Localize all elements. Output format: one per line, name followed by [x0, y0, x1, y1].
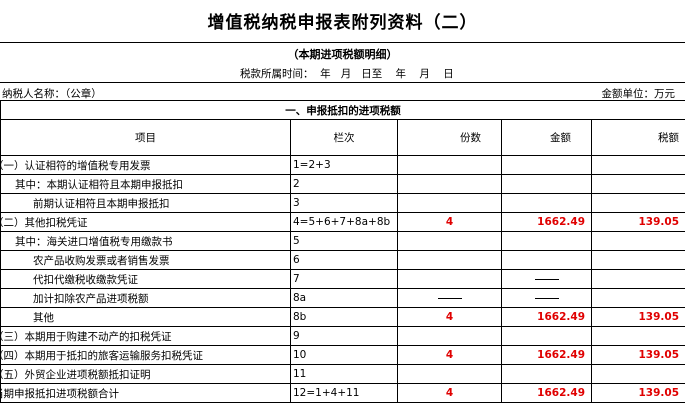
- header-col: 栏次: [290, 119, 398, 156]
- taxpayer-name: 纳税人名称：（公章）: [2, 88, 102, 100]
- row-tax: [590, 288, 685, 308]
- row-tax: 139.05: [590, 345, 685, 365]
- row-count: [397, 250, 502, 270]
- row-count: 4: [397, 212, 502, 232]
- row-count: 4: [397, 383, 502, 403]
- table-row: 其中：海关进口增值税专用缴款书 5: [0, 231, 685, 251]
- amount-unit: 金额单位：万元: [601, 88, 676, 100]
- row-tax: [590, 155, 685, 175]
- row-count: 4: [397, 345, 502, 365]
- form-title: 增值税纳税申报表附列资料（二）: [207, 13, 478, 33]
- table-row: 其他 8b 4 1662.49 139.05: [0, 307, 685, 327]
- row-count: [397, 326, 502, 346]
- row-amount: [501, 364, 592, 384]
- table-row: 农产品收购发票或者销售发票 6: [0, 250, 685, 270]
- row-col: 5: [290, 231, 398, 251]
- row-item: 其他: [0, 307, 291, 327]
- row-amount: 1662.49: [501, 345, 592, 365]
- row-amount: [501, 193, 592, 213]
- table-row: （三）本期用于购建不动产的扣税凭证 9: [0, 326, 685, 346]
- row-tax: [590, 250, 685, 270]
- row-amount: [501, 250, 592, 270]
- row-tax: 139.05: [590, 212, 685, 232]
- row-col: 11: [290, 364, 398, 384]
- header-amount: 金额: [501, 119, 592, 156]
- row-item: 其中：本期认证相符且本期申报抵扣: [0, 174, 291, 194]
- row-item: （五）外贸企业进项税额抵扣证明: [0, 364, 291, 384]
- period-divider: [0, 82, 685, 83]
- table-row: 当期申报抵扣进项税额合计 12=1+4+11 4 1662.49 139.05: [0, 383, 685, 403]
- row-tax: 139.05: [590, 307, 685, 327]
- row-count: [397, 288, 502, 308]
- title-divider: [0, 42, 685, 43]
- row-amount: [501, 288, 592, 308]
- row-col: 1=2+3: [290, 155, 398, 175]
- row-count: [397, 269, 502, 289]
- form-subtitle: （本期进项税额明细）: [287, 48, 398, 61]
- table-row: 其中：本期认证相符且本期申报抵扣 2: [0, 174, 685, 194]
- row-item: （一）认证相符的增值税专用发票: [0, 155, 291, 175]
- dash-mark: [534, 297, 559, 299]
- row-tax: [590, 364, 685, 384]
- row-item: （四）本期用于抵扣的旅客运输服务扣税凭证: [0, 345, 291, 365]
- row-col: 4=5+6+7+8a+8b: [290, 212, 398, 232]
- row-item: 加计扣除农产品进项税额: [0, 288, 291, 308]
- row-amount: [501, 231, 592, 251]
- row-col: 2: [290, 174, 398, 194]
- row-amount: 1662.49: [501, 307, 592, 327]
- dash-mark: [534, 278, 559, 280]
- row-col: 8b: [290, 307, 398, 327]
- row-tax: [590, 193, 685, 213]
- row-col: 8a: [290, 288, 398, 308]
- row-col: 12=1+4+11: [290, 383, 398, 403]
- row-item: （二）其他扣税凭证: [0, 212, 291, 232]
- input-tax-table: 一、申报抵扣的进项税额 项目 栏次 份数 金额 税额 （一）认证相符的增值税专用…: [0, 100, 685, 403]
- row-col: 6: [290, 250, 398, 270]
- header-item: 项目: [0, 119, 291, 156]
- table-row: （四）本期用于抵扣的旅客运输服务扣税凭证 10 4 1662.49 139.05: [0, 345, 685, 365]
- row-amount: [501, 326, 592, 346]
- row-col: 3: [290, 193, 398, 213]
- row-item: 农产品收购发票或者销售发票: [0, 250, 291, 270]
- row-col: 10: [290, 345, 398, 365]
- table-row: 前期认证相符且本期申报抵扣 3: [0, 193, 685, 213]
- row-item: 当期申报抵扣进项税额合计: [0, 383, 291, 403]
- tax-period: 税款所属时间： 年 月 日至 年 月 日: [240, 68, 454, 80]
- section-heading: 一、申报抵扣的进项税额: [0, 100, 685, 120]
- table-row: （五）外贸企业进项税额抵扣证明 11: [0, 364, 685, 384]
- row-count: [397, 231, 502, 251]
- row-tax: [590, 174, 685, 194]
- row-count: [397, 155, 502, 175]
- row-tax: [590, 269, 685, 289]
- row-item: 其中：海关进口增值税专用缴款书: [0, 231, 291, 251]
- table-row: （一）认证相符的增值税专用发票 1=2+3: [0, 155, 685, 175]
- row-count: [397, 174, 502, 194]
- table-row: 加计扣除农产品进项税额 8a: [0, 288, 685, 308]
- row-item: 前期认证相符且本期申报抵扣: [0, 193, 291, 213]
- row-amount: [501, 269, 592, 289]
- row-item: 代扣代缴税收缴款凭证: [0, 269, 291, 289]
- row-col: 9: [290, 326, 398, 346]
- row-count: [397, 364, 502, 384]
- row-amount: [501, 174, 592, 194]
- row-amount: 1662.49: [501, 383, 592, 403]
- header-count: 份数: [397, 119, 502, 156]
- row-count: [397, 193, 502, 213]
- row-tax: [590, 326, 685, 346]
- table-row: 代扣代缴税收缴款凭证 7: [0, 269, 685, 289]
- row-amount: [501, 155, 592, 175]
- row-col: 7: [290, 269, 398, 289]
- row-count: 4: [397, 307, 502, 327]
- row-amount: 1662.49: [501, 212, 592, 232]
- table-header: 项目 栏次 份数 金额 税额: [0, 119, 685, 156]
- dash-mark: [437, 297, 462, 299]
- row-tax: 139.05: [590, 383, 685, 403]
- header-tax: 税额: [590, 119, 685, 156]
- row-tax: [590, 231, 685, 251]
- table-row: （二）其他扣税凭证 4=5+6+7+8a+8b 4 1662.49 139.05: [0, 212, 685, 232]
- row-item: （三）本期用于购建不动产的扣税凭证: [0, 326, 291, 346]
